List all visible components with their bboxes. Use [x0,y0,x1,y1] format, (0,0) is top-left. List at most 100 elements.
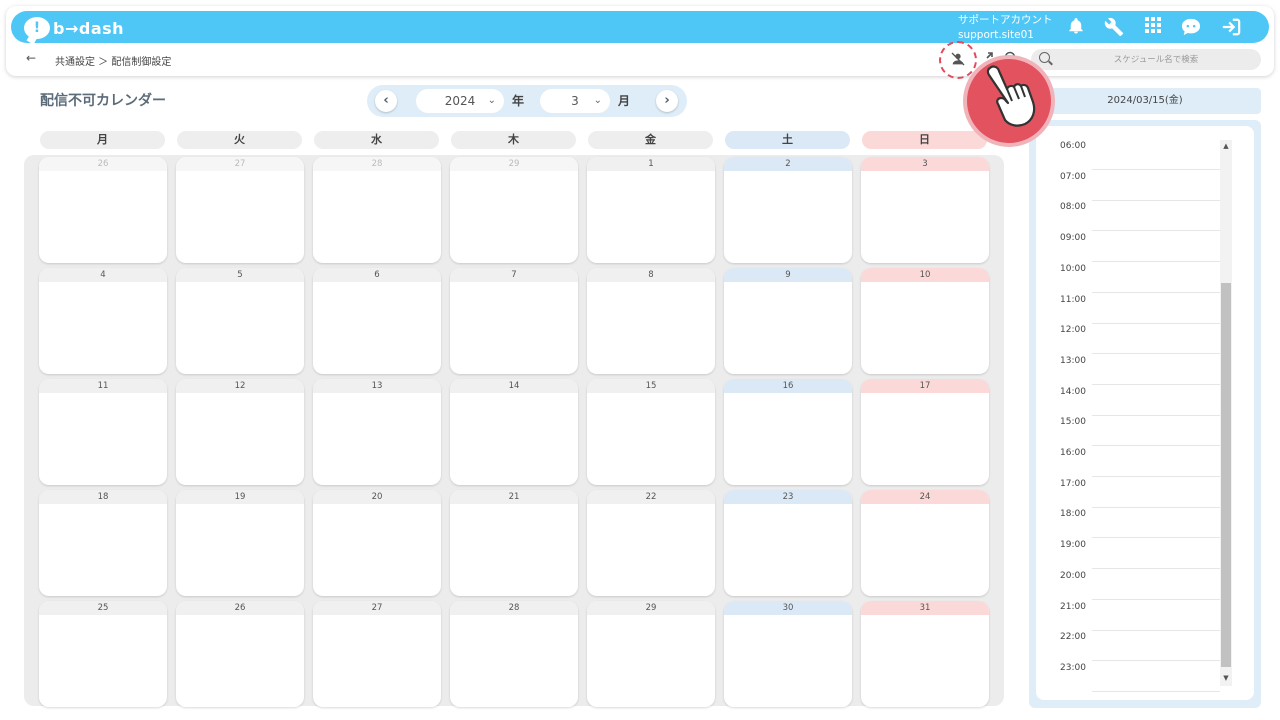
time-slot-row[interactable]: 20:00 [1060,568,1220,600]
calendar-day-cell[interactable]: 2 [724,157,852,263]
day-number: 4 [39,268,167,282]
day-number: 17 [861,379,989,393]
time-slot-row[interactable]: 22:00 [1060,629,1220,662]
time-slot-row[interactable]: 12:00 [1060,322,1220,355]
calendar-day-cell[interactable]: 11 [39,379,167,485]
day-number: 21 [450,490,578,504]
calendar-day-cell[interactable]: 6 [313,268,441,374]
prev-month-button[interactable]: ‹ [375,90,397,112]
calendar-day-cell[interactable]: 5 [176,268,304,374]
time-label: 16:00 [1060,448,1086,458]
time-label: 12:00 [1060,325,1086,336]
account-label: サポートアカウント [958,14,1053,26]
calendar-day-cell[interactable]: 8 [587,268,715,374]
day-number: 28 [450,601,578,615]
day-number: 22 [587,490,715,504]
day-number: 26 [176,601,304,615]
year-select[interactable]: 2024 ⌄ [416,89,504,113]
calendar-day-cell[interactable]: 23 [724,490,852,596]
bdash-logo[interactable]: ! b→dash [24,15,124,41]
time-slot-row[interactable]: 09:00 [1060,230,1220,263]
scroll-down-icon[interactable]: ▼ [1220,672,1232,684]
time-slot-row[interactable]: 23:00 [1060,660,1220,692]
calendar-day-cell[interactable]: 26 [176,601,304,707]
calendar-day-cell[interactable]: 26 [39,157,167,263]
bell-icon[interactable] [1066,17,1086,37]
year-month-selector [367,85,687,117]
apps-grid-icon[interactable] [1143,17,1163,37]
calendar-day-cell[interactable]: 10 [861,268,989,374]
schedule-scrollbar-thumb[interactable] [1221,283,1231,667]
calendar-day-cell[interactable]: 29 [587,601,715,707]
calendar-day-cell[interactable]: 19 [176,490,304,596]
logo-bubble-icon: ! [24,17,50,39]
calendar-day-cell[interactable]: 27 [313,601,441,707]
weekday-header: 月 [40,131,165,149]
time-slot-row[interactable]: 14:00 [1060,384,1220,416]
schedule-search-input[interactable] [1061,52,1251,67]
calendar-day-cell[interactable]: 22 [587,490,715,596]
month-select[interactable]: 3 ⌄ [540,89,610,113]
time-slot-row[interactable]: 21:00 [1060,599,1220,631]
support-chat-icon[interactable] [1180,17,1201,37]
time-label: 13:00 [1060,355,1086,366]
weekday-header: 火 [177,131,302,149]
calendar-day-cell[interactable]: 9 [724,268,852,374]
time-label: 06:00 [1060,141,1086,151]
calendar-day-cell[interactable]: 28 [450,601,578,707]
calendar-day-cell[interactable]: 14 [450,379,578,485]
day-number: 20 [313,490,441,504]
time-slot-row[interactable]: 17:00 [1060,476,1220,508]
time-label: 20:00 [1060,570,1086,581]
next-month-button[interactable]: › [656,90,678,112]
day-number: 2 [724,157,852,171]
back-arrow-icon[interactable]: ← [26,51,36,65]
time-slot-row[interactable]: 15:00 [1060,414,1220,447]
time-slot-row[interactable]: 16:00 [1060,445,1220,477]
calendar-day-cell[interactable]: 15 [587,379,715,485]
calendar-day-cell[interactable]: 24 [861,490,989,596]
calendar-day-cell[interactable]: 25 [39,601,167,707]
calendar-day-cell[interactable]: 31 [861,601,989,707]
day-number: 9 [724,268,852,282]
time-label: 22:00 [1060,632,1086,643]
wrench-icon[interactable] [1104,17,1124,37]
time-slot-row[interactable]: 08:00 [1060,199,1220,232]
scroll-up-icon[interactable]: ▲ [1220,140,1232,152]
calendar-day-cell[interactable]: 20 [313,490,441,596]
calendar-day-cell[interactable]: 18 [39,490,167,596]
calendar-day-cell[interactable]: 3 [861,157,989,263]
time-label: 14:00 [1060,386,1086,397]
schedule-search-box[interactable] [1031,49,1261,70]
selected-date-header: 2024/03/15(金) [1029,88,1261,114]
calendar-day-cell[interactable]: 30 [724,601,852,707]
calendar-day-cell[interactable]: 28 [313,157,441,263]
time-slot-row[interactable]: 13:00 [1060,353,1220,385]
day-number: 13 [313,379,441,393]
day-number: 27 [176,157,304,171]
calendar-day-cell[interactable]: 1 [587,157,715,263]
calendar-day-cell[interactable]: 16 [724,379,852,485]
time-slot-row[interactable]: 18:00 [1060,506,1220,539]
account-info[interactable]: サポートアカウント support.site01 [958,13,1053,43]
day-number: 6 [313,268,441,282]
calendar-day-cell[interactable]: 29 [450,157,578,263]
calendar-day-cell[interactable]: 7 [450,268,578,374]
calendar-day-cell[interactable]: 12 [176,379,304,485]
weekday-header: 水 [314,131,439,149]
weekday-header: 金 [588,131,713,149]
logout-icon[interactable] [1220,17,1241,37]
day-number: 1 [587,157,715,171]
calendar-day-cell[interactable]: 21 [450,490,578,596]
time-slot-row[interactable]: 11:00 [1060,292,1220,324]
time-slot-row[interactable]: 10:00 [1060,261,1220,293]
day-number: 25 [39,601,167,615]
time-slot-row[interactable]: 07:00 [1060,169,1220,201]
time-slot-row[interactable]: 19:00 [1060,537,1220,570]
day-number: 14 [450,379,578,393]
calendar-day-cell[interactable]: 27 [176,157,304,263]
calendar-day-cell[interactable]: 17 [861,379,989,485]
calendar-day-cell[interactable]: 4 [39,268,167,374]
time-slot-row[interactable]: 06:00 [1060,138,1220,170]
calendar-day-cell[interactable]: 13 [313,379,441,485]
